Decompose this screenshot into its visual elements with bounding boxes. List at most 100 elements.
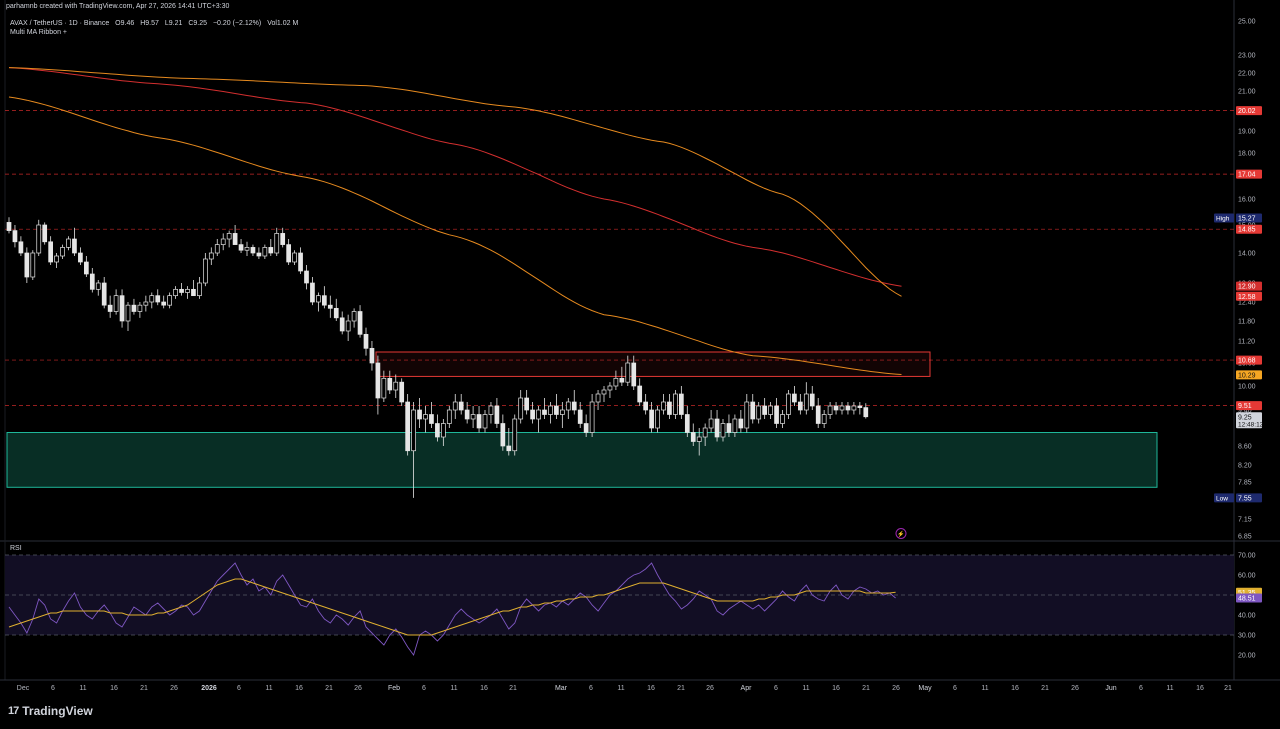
resistance-zone[interactable] (375, 351, 931, 377)
rsi-axis-label[interactable]: 48.51 (1236, 593, 1262, 603)
price-tag-label: Low (1216, 495, 1228, 502)
candle-body (149, 295, 155, 303)
candle-body (197, 282, 202, 297)
price-axis-label[interactable]: 10.68 (1236, 355, 1262, 365)
price-axis-label[interactable]: 7.55 Low (1214, 493, 1262, 503)
candle[interactable] (512, 414, 518, 456)
price-label-value: 7.55 (1238, 495, 1252, 502)
time-tick-label: 26 (354, 685, 362, 692)
candle[interactable] (30, 250, 36, 280)
candle-body (232, 233, 238, 245)
time-tick-label: Dec (17, 685, 30, 692)
candle-body (696, 436, 702, 442)
candle-body (214, 244, 220, 254)
candle-body (351, 311, 357, 322)
candle-body (191, 288, 196, 297)
price-axis-label[interactable]: 14.85 (1236, 224, 1262, 234)
price-label-value: 9.25 (1238, 414, 1252, 421)
candle[interactable] (42, 222, 48, 245)
time-tick-label: 16 (1011, 685, 1019, 692)
price-label-value: 15.27 (1238, 215, 1256, 222)
candle-body (726, 423, 732, 433)
candle-body (262, 247, 268, 257)
price-axis-label[interactable]: 12.58 (1236, 291, 1262, 301)
candle-body (821, 414, 827, 424)
chart-credit: parhamnb created with TradingView.com, A… (6, 3, 230, 10)
candle-body (827, 405, 833, 415)
indicator-label[interactable]: Multi MA Ribbon + (10, 28, 302, 37)
candle-body (792, 393, 797, 403)
candle-body (815, 405, 821, 424)
candle[interactable] (673, 390, 678, 419)
time-tick-label: 6 (1139, 685, 1143, 692)
candle-body (542, 409, 547, 415)
time-tick-label: 16 (832, 685, 840, 692)
candle-body (512, 418, 518, 452)
candle-body (524, 397, 530, 411)
candle-body (161, 301, 167, 306)
candle-body (589, 401, 595, 433)
price-axis-label[interactable]: 10.29 (1236, 370, 1262, 380)
price-axis-label[interactable]: 17.04 (1236, 169, 1262, 179)
candle-body (500, 423, 506, 447)
candle-body (571, 401, 577, 411)
price-tick-label: 14.00 (1238, 251, 1256, 258)
symbol-legend[interactable]: AVAX / TetherUS · 1D · Binance O9.46 H9.… (10, 19, 302, 37)
candle-body (702, 427, 708, 438)
rsi-title[interactable]: RSI (10, 545, 22, 552)
price-axis-label[interactable]: 12.90 (1236, 281, 1262, 291)
candle-body (554, 405, 559, 415)
candle[interactable] (399, 378, 405, 406)
time-tick-label: Apr (741, 685, 753, 692)
price-axis-label[interactable]: 20.02 (1236, 106, 1262, 116)
price-tick-label: 11.80 (1238, 319, 1255, 326)
candle-body (95, 282, 101, 290)
candle-body (857, 405, 863, 408)
brand-name: TradingView (22, 704, 93, 718)
candle-body (208, 252, 214, 260)
candle-body (369, 347, 375, 364)
candle[interactable] (36, 219, 42, 256)
candle[interactable] (786, 390, 791, 419)
price-axis-label[interactable]: 9.2512:48:12 (1236, 412, 1264, 429)
candle-body (226, 233, 232, 240)
candle-body (423, 414, 428, 420)
time-tick-label: 21 (1224, 685, 1232, 692)
candle-body (292, 252, 297, 263)
candle-body (101, 282, 107, 306)
candle-body (619, 377, 625, 383)
candle-body (863, 407, 869, 418)
time-tick-label: 26 (892, 685, 900, 692)
candle-body (78, 252, 83, 263)
candle-body (441, 423, 446, 438)
price-label-value: 10.29 (1238, 372, 1256, 379)
time-tick-label: 16 (480, 685, 488, 692)
candle-body (143, 301, 149, 306)
price-tick-label: 7.15 (1238, 517, 1252, 524)
support-zone[interactable] (6, 432, 1158, 488)
chart-canvas[interactable]: 25.0023.0022.0021.0020.0019.0018.0017.00… (0, 0, 1280, 729)
price-axis-label[interactable]: 15.27 High (1214, 213, 1262, 223)
price-label-value: 17.04 (1238, 172, 1256, 179)
candle-body (238, 244, 244, 251)
candle[interactable] (405, 394, 410, 456)
candle-body (643, 401, 649, 411)
candle-body (625, 362, 631, 383)
time-tick-label: 6 (774, 685, 778, 692)
candle-body (417, 409, 422, 420)
price-label-value: 9.51 (1238, 403, 1252, 410)
rsi-tick-label: 40.00 (1238, 613, 1256, 620)
candle-body (595, 393, 601, 403)
tradingview-brand[interactable]: 17 TradingView (8, 704, 93, 718)
candle-body (280, 233, 286, 245)
time-tick-label: 11 (802, 685, 809, 692)
candle-body (345, 320, 351, 332)
candle-body (304, 270, 309, 284)
time-tick-label: 6 (422, 685, 426, 692)
candle-body (613, 377, 619, 387)
candle-body (506, 445, 512, 452)
symbol-title[interactable]: AVAX / TetherUS · 1D · Binance (10, 20, 109, 27)
candle-body (411, 409, 416, 452)
price-tick-label: 16.00 (1238, 197, 1256, 204)
price-axis-label[interactable]: 9.51 (1236, 401, 1262, 411)
